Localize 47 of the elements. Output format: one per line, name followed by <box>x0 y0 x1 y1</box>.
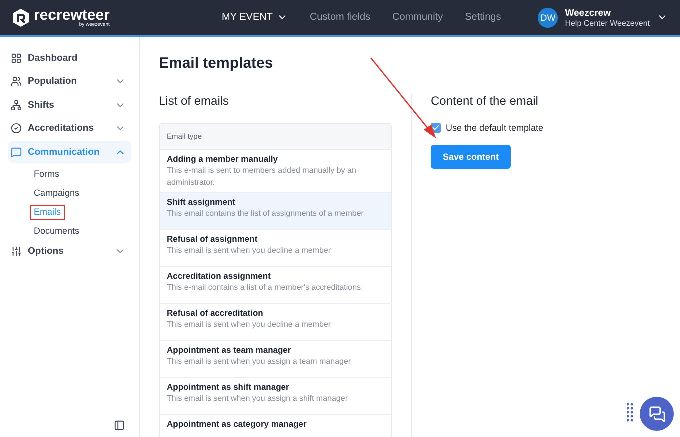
chat-button[interactable] <box>640 397 674 431</box>
email-description: This email is sent when you decline a member <box>167 245 332 257</box>
email-description: This e-mail contains a list of a member's accreditations. <box>167 282 364 294</box>
email-row[interactable]: Shift assignment This email contains the list of assignments of a member <box>160 193 391 230</box>
email-description: This email is sent when you assign a team manager <box>167 356 352 368</box>
email-name: Adding a member manually <box>167 154 279 164</box>
email-description: This e-mail is sent to members added manually by an administrator. <box>167 165 358 188</box>
email-name: Appointment as shift manager <box>167 382 290 392</box>
nav-link[interactable]: MY EVENT <box>222 12 288 23</box>
sidebar-subitem[interactable]: Campaigns <box>30 186 84 201</box>
grip-dots-icon[interactable] <box>627 403 633 423</box>
email-name: Appointment as category manager <box>167 419 308 430</box>
sidebar-item[interactable]: Options <box>8 240 131 263</box>
check-circle-icon <box>11 123 22 134</box>
email-description: This email is sent when you assign a shift manager <box>167 393 349 405</box>
sidebar-toggle-icon[interactable] <box>114 420 125 431</box>
chat-icon <box>11 146 22 158</box>
email-name: Refusal of assignment <box>167 234 259 244</box>
email-name: Accreditation assignment <box>167 271 272 282</box>
email-name: Appointment as team manager <box>167 345 292 356</box>
sidebar-item[interactable]: Shifts <box>8 94 131 116</box>
email-description: This email contains the list of assignments of a member <box>167 208 365 220</box>
nav-link[interactable]: Community <box>392 12 444 23</box>
organization-name: Help Center Weezevent <box>565 18 650 28</box>
grid-icon <box>11 52 22 64</box>
email-description: This email is sent when you decline a member <box>167 319 332 331</box>
hierarchy-icon <box>11 100 22 111</box>
nav-link[interactable]: Settings <box>465 12 502 23</box>
checkbox-label: Use the default template <box>446 123 544 133</box>
section-title: Content of the email <box>431 94 540 108</box>
email-name: Refusal of accreditation <box>167 308 264 318</box>
logo-icon <box>12 8 30 28</box>
user-avatar[interactable]: DW <box>538 8 558 28</box>
nav-link[interactable]: Custom fields <box>310 12 371 23</box>
page-title: Email templates <box>159 55 274 72</box>
sidebar-item[interactable]: Population <box>8 70 131 93</box>
sidebar-item[interactable]: Accreditations <box>8 118 131 140</box>
logo-text: recrewteer <box>34 8 110 22</box>
email-name: Shift assignment <box>167 197 236 208</box>
chat-icon <box>648 406 666 422</box>
sliders-icon <box>11 246 22 258</box>
section-title: List of emails <box>159 94 230 108</box>
user-name: Weezcrew <box>565 8 612 18</box>
people-icon <box>11 76 22 88</box>
sidebar-subitem[interactable]: Forms <box>30 166 64 182</box>
sidebar-subitem[interactable]: Documents <box>30 224 84 239</box>
sidebar-item[interactable]: Dashboard <box>8 47 131 69</box>
